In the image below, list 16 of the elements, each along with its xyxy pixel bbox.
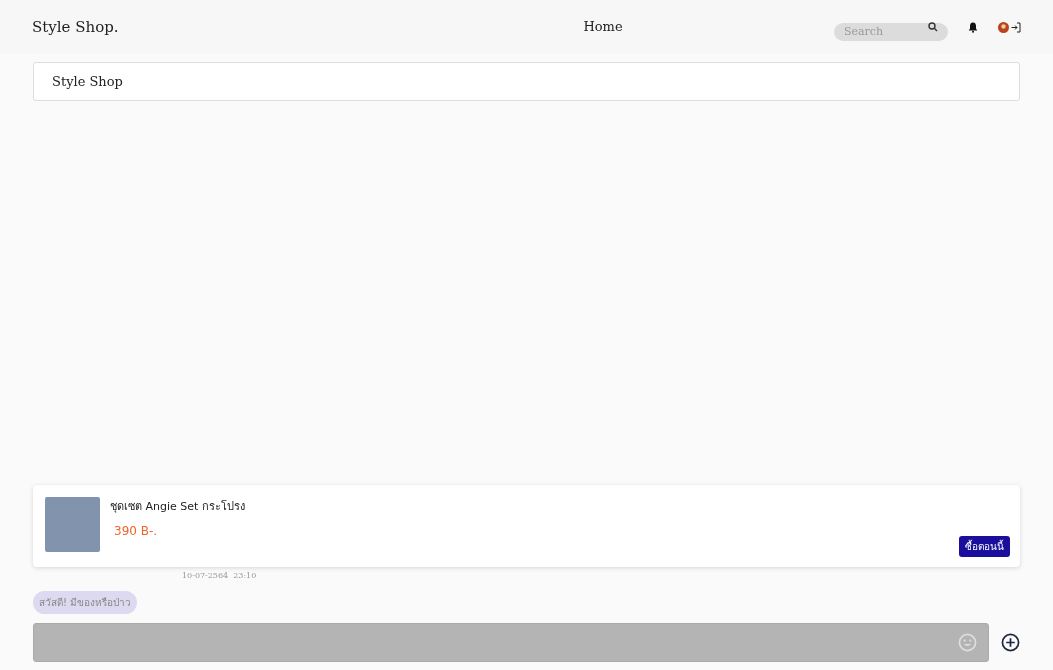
home-link[interactable]: Home: [563, 17, 623, 37]
message-input[interactable]: [33, 623, 989, 662]
search-icon: [928, 22, 938, 32]
message-bubble: สวัสดี! มีของหรือป่าว: [33, 591, 138, 614]
chat-title: Style Shop: [52, 72, 123, 91]
add-icon[interactable]: [1001, 633, 1020, 652]
timestamp: 10-07-2564 23:10: [182, 570, 257, 582]
search-field[interactable]: Search: [834, 22, 948, 41]
bell-icon[interactable]: [968, 21, 978, 33]
product-name: ชุดเซต Angie Set กระโปรง: [110, 499, 246, 515]
product-price: 390 B-.: [114, 522, 159, 540]
brand-logo[interactable]: Style Shop.: [32, 15, 352, 39]
buy-now-button[interactable]: ซื้อตอนนี้: [959, 536, 1010, 557]
avatar-icon[interactable]: [998, 21, 1009, 33]
logout-icon[interactable]: [1011, 21, 1021, 33]
product-photo-placeholder: [45, 497, 100, 552]
